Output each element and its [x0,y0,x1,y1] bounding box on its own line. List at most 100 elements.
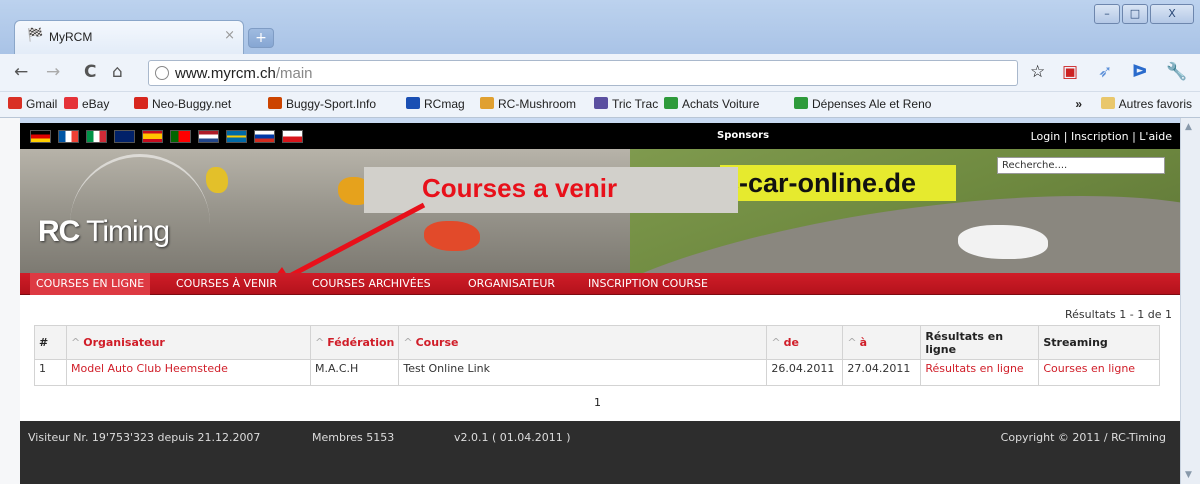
vertical-scrollbar[interactable]: ▲ ▼ [1180,118,1200,484]
russian-flag-icon[interactable] [254,130,275,143]
col-course[interactable]: ^ Course [398,325,768,360]
german-flag-icon[interactable] [30,130,51,143]
back-arrow-icon[interactable]: ← [14,62,28,82]
col-to[interactable]: ^ à [842,325,922,360]
maximize-button[interactable]: □ [1122,4,1148,24]
bookmark-item[interactable]: Achats Voiture [664,97,759,111]
bookmark-item[interactable]: RC-Mushroom [480,97,576,111]
buggy-sport-icon [268,97,282,109]
col-from[interactable]: ^ de [766,325,844,360]
bookmark-label: Buggy-Sport.Info [286,97,377,111]
depenses-icon [794,97,808,109]
page-info-icon[interactable] [155,66,169,80]
sort-icon[interactable]: ^ [847,336,856,349]
results-panel: Résultats 1 - 1 de 1 # ^ Organisateur ^ Fé… [20,295,1180,421]
site-top-strip: Sponsors Login | Inscription | L'aide [20,123,1180,149]
rcmag-icon [406,97,420,109]
bookmark-label: Dépenses Ale et Reno [812,97,932,111]
wrench-icon[interactable]: 🔧 [1166,62,1187,82]
row-number: 1 [34,359,67,386]
sort-icon[interactable]: ^ [403,336,412,349]
visitor-counter: Visiteur Nr. 19'753'323 depuis 21.12.200… [28,431,261,444]
bookmark-item[interactable]: Tric Trac [594,97,658,111]
czech-flag-icon[interactable] [282,130,303,143]
nav-courses-archivees[interactable]: COURSES ARCHIVÉES [312,277,431,290]
nav-organisateur[interactable]: ORGANISATEUR [468,277,555,290]
window-controls: – □ X [1092,4,1194,24]
nav-courses-en-ligne[interactable]: COURSES EN LIGNE [30,273,151,295]
sponsors-label: Sponsors [717,130,770,141]
french-flag-icon[interactable] [58,130,79,143]
row-to-date: 27.04.2011 [842,359,922,386]
reload-icon[interactable]: C [84,62,96,82]
minimize-button[interactable]: – [1094,4,1120,24]
myrcm-page: Sponsors Login | Inscription | L'aide RC… [20,123,1180,484]
sort-icon[interactable]: ^ [315,336,324,349]
results-count: Résultats 1 - 1 de 1 [1065,308,1172,321]
url-text: www.myrcm.ch/main [175,65,313,82]
forward-arrow-icon[interactable]: → [46,62,60,82]
bookmark-label: eBay [82,97,110,111]
col-streaming: Streaming [1038,325,1160,360]
row-federation: M.A.C.H [309,359,400,386]
bookmark-label: Tric Trac [612,97,659,111]
bookmark-item[interactable]: Dépenses Ale et Reno [794,97,931,111]
italian-flag-icon[interactable] [86,130,107,143]
checkered-flag-icon: 🏁 [27,28,44,43]
achats-voiture-icon [664,97,678,109]
bookmark-item[interactable]: Buggy-Sport.Info [268,97,376,111]
site-footer: Visiteur Nr. 19'753'323 depuis 21.12.200… [20,421,1180,451]
copyright: Copyright © 2011 / RC-Timing [1000,431,1166,444]
feed-extension-icon[interactable]: ᐅ [1132,62,1147,82]
sort-icon[interactable]: ^ [771,336,780,349]
bookmark-label: RC-Mushroom [498,97,577,111]
extension-badge-icon[interactable]: ▣ [1062,62,1078,82]
login-links[interactable]: Login | Inscription | L'aide [1031,130,1172,143]
col-organizer[interactable]: ^ Organisateur [66,325,311,360]
version-info: v2.0.1 ( 01.04.2011 ) [454,431,571,444]
star-icon[interactable]: ☆ [1030,62,1045,82]
row-results-link[interactable]: Résultats en ligne [920,359,1040,386]
new-tab-button[interactable]: + [248,28,274,48]
swedish-flag-icon[interactable] [226,130,247,143]
col-federation[interactable]: ^ Fédération [309,325,400,360]
scroll-up-icon[interactable]: ▲ [1185,122,1192,132]
browser-tab[interactable]: 🏁 MyRCM × [14,20,244,54]
spanish-flag-icon[interactable] [142,130,163,143]
other-bookmarks[interactable]: Autres favoris [1100,97,1192,111]
rc-mushroom-icon [480,97,494,109]
scroll-down-icon[interactable]: ▼ [1185,470,1192,480]
browser-titlebar: 🏁 MyRCM × + – □ X [0,0,1200,54]
bookmark-label: RCmag [424,97,465,111]
row-streaming-link[interactable]: Courses en ligne [1038,359,1160,386]
close-window-button[interactable]: X [1150,4,1194,24]
col-number: # [34,325,67,360]
annotation-arrow-shaft [290,202,426,273]
races-table: # ^ Organisateur ^ Fédération ^ Course ^ de … [34,325,1160,386]
bookmark-item[interactable]: eBay [64,97,109,111]
bird-extension-icon[interactable]: ➶ [1098,62,1112,82]
bookmark-label: Neo-Buggy.net [152,97,232,111]
folder-icon [1100,97,1115,109]
bookmark-item[interactable]: RCmag [406,97,465,111]
uk-flag-icon[interactable] [114,130,135,143]
home-icon[interactable]: ⌂ [112,62,123,82]
sort-icon[interactable]: ^ [71,336,80,349]
portuguese-flag-icon[interactable] [170,130,191,143]
neo-buggy-icon [134,97,148,109]
page-gutter [0,118,20,484]
row-course: Test Online Link [398,359,768,386]
bookmarks-overflow-button[interactable]: » [1075,97,1082,111]
nav-courses-a-venir[interactable]: COURSES À VENIR [176,277,277,290]
bookmark-item[interactable]: Neo-Buggy.net [134,97,231,111]
col-results: Résultats en ligne [920,325,1040,360]
nav-inscription-course[interactable]: INSCRIPTION COURSE [588,277,708,290]
address-bar[interactable]: www.myrcm.ch/main [148,60,1018,86]
bookmark-item[interactable]: Gmail [8,97,57,111]
site-navbar: COURSES EN LIGNE COURSES À VENIR COURSES… [20,273,1180,295]
dutch-flag-icon[interactable] [198,130,219,143]
pagination-page[interactable]: 1 [594,396,601,409]
tab-close-icon[interactable]: × [224,28,235,43]
annotation-arrow [277,202,426,273]
row-organizer-link[interactable]: Model Auto Club Heemstede [66,359,311,386]
